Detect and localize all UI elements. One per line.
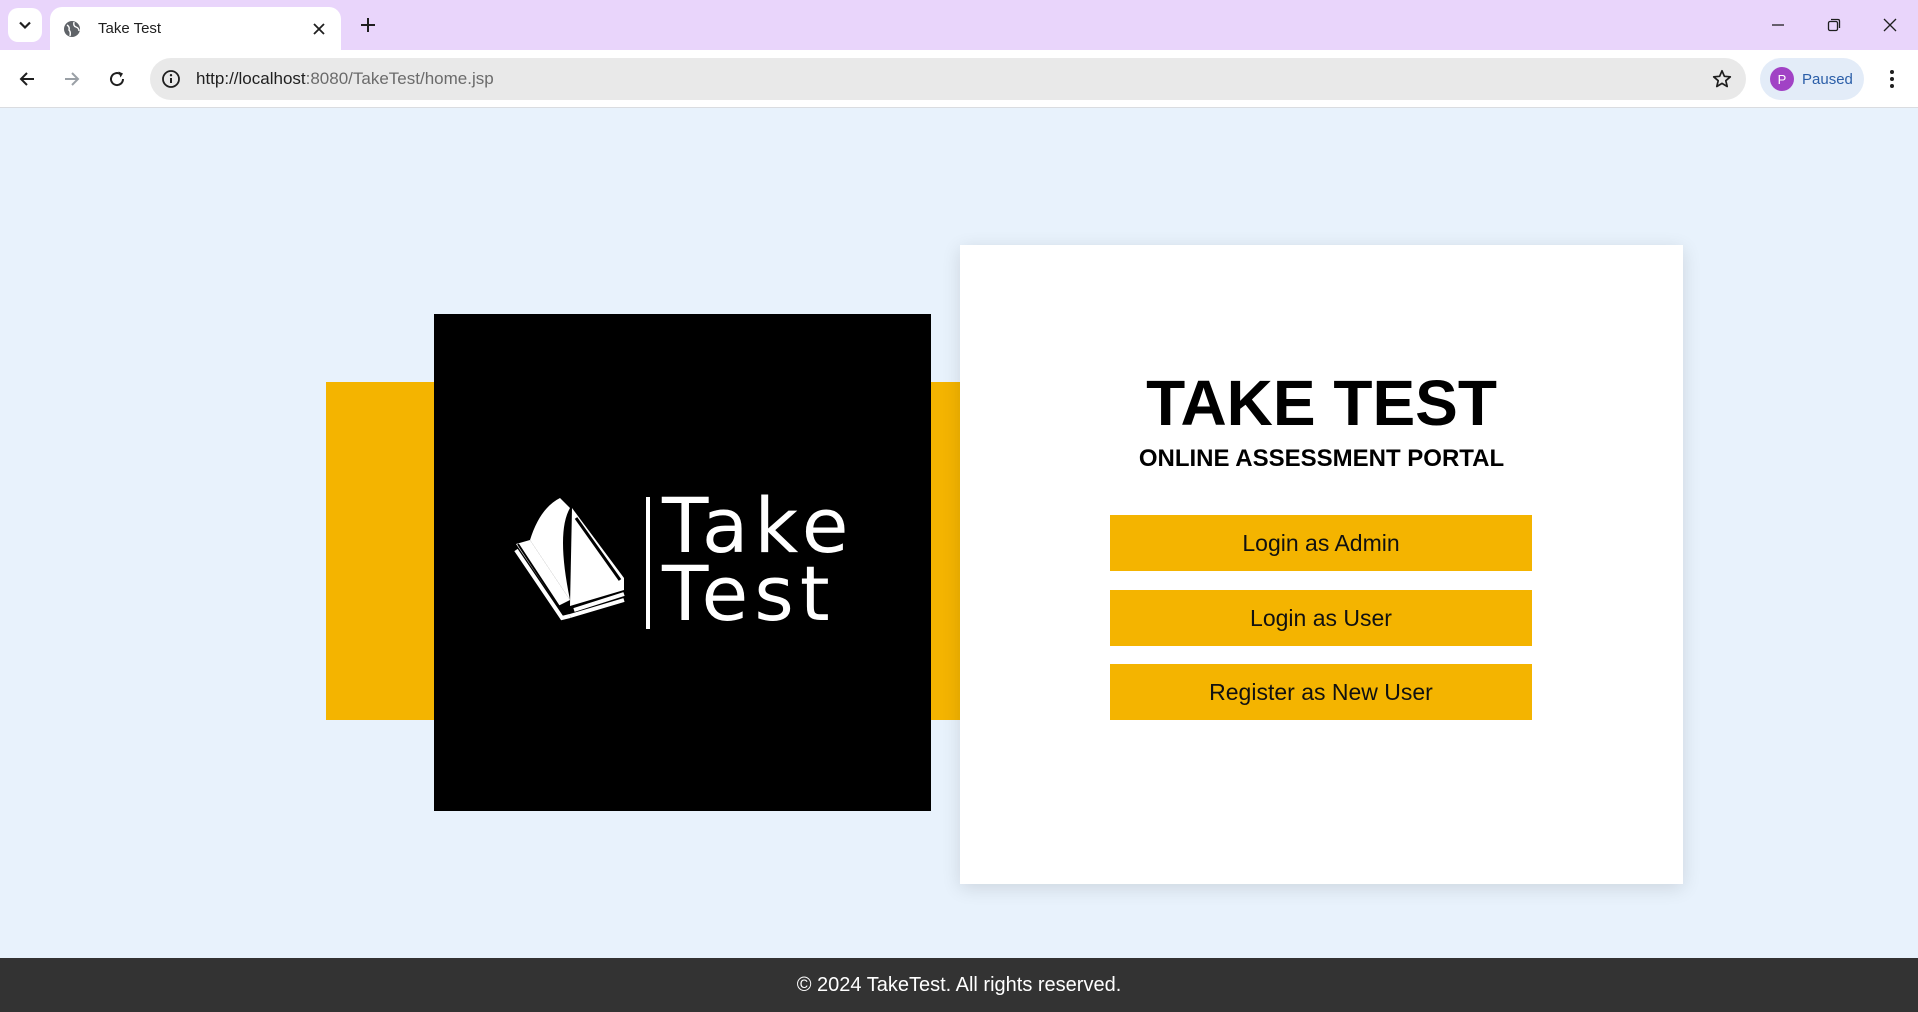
window-close-button[interactable]: [1862, 0, 1918, 50]
logo-wordmark: Take Test: [662, 488, 854, 638]
site-info-button[interactable]: [150, 58, 192, 100]
more-vert-icon: [1890, 70, 1894, 88]
address-bar[interactable]: http://localhost:8080/TakeTest/home.jsp: [150, 58, 1746, 100]
reload-icon: [110, 71, 125, 87]
url-text: http://localhost:8080/TakeTest/home.jsp: [196, 69, 1702, 89]
browser-toolbar: http://localhost:8080/TakeTest/home.jsp …: [0, 50, 1918, 108]
register-user-button[interactable]: Register as New User: [1110, 664, 1532, 720]
login-admin-button[interactable]: Login as Admin: [1110, 515, 1532, 571]
tab-close-button[interactable]: [305, 15, 333, 43]
profile-status: Paused: [1802, 70, 1853, 88]
tab-list-icon: [19, 21, 31, 30]
page-subtitle: ONLINE ASSESSMENT PORTAL: [1138, 445, 1505, 472]
forward-button[interactable]: [54, 61, 90, 97]
logo-line-test: Test: [662, 549, 836, 638]
taketest-logo: Take Test: [434, 314, 931, 811]
url-host: http://localhost: [196, 69, 306, 88]
globe-icon: [62, 19, 82, 39]
page-footer: © 2024 TakeTest. All rights reserved.: [0, 958, 1918, 1012]
login-card: TAKE TEST ONLINE ASSESSMENT PORTAL Login…: [960, 245, 1683, 884]
plus-icon: [361, 18, 375, 32]
forward-arrow-icon: [65, 72, 80, 86]
open-book-icon: [514, 498, 625, 621]
back-arrow-icon: [19, 72, 34, 86]
tab-bar: Take Test: [0, 0, 1918, 50]
star-icon: [1712, 69, 1732, 88]
page-title: TAKE TEST: [1146, 367, 1497, 439]
restore-button[interactable]: [1806, 0, 1862, 50]
logo-divider: [646, 497, 650, 629]
url-path: :8080/TakeTest/home.jsp: [305, 69, 494, 88]
back-button[interactable]: [9, 61, 45, 97]
new-tab-button[interactable]: [351, 8, 385, 42]
tab-list-button[interactable]: [8, 8, 42, 42]
reload-button[interactable]: [99, 61, 135, 97]
close-icon: [313, 22, 325, 35]
restore-icon: [1827, 18, 1841, 32]
bookmark-button[interactable]: [1702, 59, 1742, 99]
tab-title: Take Test: [98, 20, 162, 37]
active-tab[interactable]: Take Test: [50, 7, 341, 50]
login-user-button[interactable]: Login as User: [1110, 590, 1532, 646]
minimize-button[interactable]: [1750, 0, 1806, 50]
copyright-text: © 2024 TakeTest. All rights reserved.: [796, 973, 1122, 996]
site-info-icon: [162, 70, 180, 88]
minimize-icon: [1772, 24, 1784, 26]
window-close-icon: [1883, 18, 1897, 32]
browser-menu-button[interactable]: [1874, 61, 1910, 97]
avatar: P: [1770, 67, 1794, 91]
profile-button[interactable]: P Paused: [1760, 58, 1864, 100]
